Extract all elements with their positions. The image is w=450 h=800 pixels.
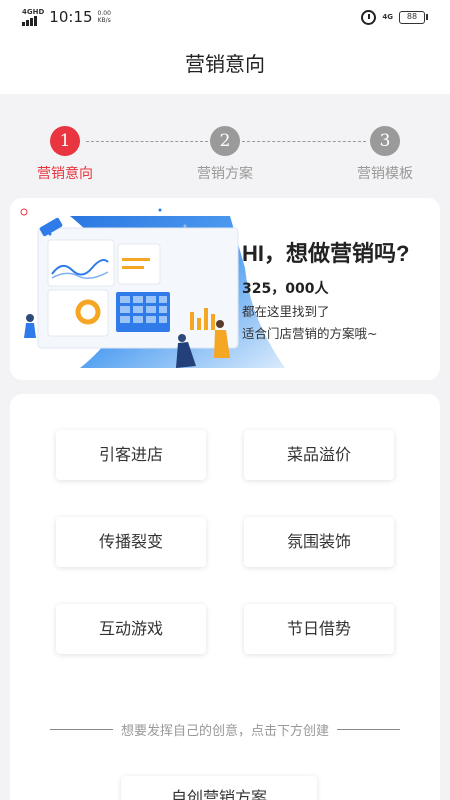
step-label: 营销方案 — [197, 166, 253, 182]
divider — [50, 729, 113, 730]
option-button[interactable]: 传播裂变 — [56, 517, 206, 567]
option-button[interactable]: 引客进店 — [56, 430, 206, 480]
step-3: 3 营销模板 — [335, 126, 435, 183]
banner-line-1: 都在这里找到了 — [242, 304, 330, 319]
step-label: 营销模板 — [357, 166, 413, 182]
network-type-left: 4GHD — [22, 7, 45, 16]
banner-copy: HI，想做营销吗? 325，000人 都在这里找到了 适合门店营销的方案哦~ — [242, 236, 409, 342]
option-button[interactable]: 节日借势 — [244, 604, 394, 654]
network-speed: 0.00 KB/s — [98, 10, 111, 24]
step-indicator: 1 营销意向 2 营销方案 3 营销模板 — [0, 94, 450, 194]
step-2: 2 营销方案 — [175, 126, 275, 183]
intent-options-card: 引客进店 菜品溢价 传播裂变 氛围装饰 互动游戏 节日借势 想要发挥自己的创意，… — [10, 394, 440, 800]
alarm-icon — [361, 9, 377, 25]
option-button[interactable]: 氛围装饰 — [244, 517, 394, 567]
status-time: 10:15 — [49, 8, 93, 26]
banner-count: 325，000人 — [242, 281, 329, 297]
banner-line-2: 适合门店营销的方案哦~ — [242, 326, 378, 341]
option-button[interactable]: 互动游戏 — [56, 604, 206, 654]
step-1: 1 营销意向 — [15, 126, 115, 183]
option-button[interactable]: 菜品溢价 — [244, 430, 394, 480]
status-left: 4GHD 10:15 0.00 KB/s — [22, 8, 111, 26]
divider — [337, 729, 401, 730]
promo-banner[interactable]: HI，想做营销吗? 325，000人 都在这里找到了 适合门店营销的方案哦~ — [10, 198, 440, 380]
hint-text: 想要发挥自己的创意，点击下方创建 — [121, 724, 330, 739]
speed-value: 0.00 — [97, 10, 111, 17]
create-hint: 想要发挥自己的创意，点击下方创建 — [50, 720, 401, 739]
banner-headline: HI，想做营销吗? — [242, 241, 410, 266]
signal-bars-icon — [22, 15, 37, 26]
battery-level: 88 — [399, 10, 425, 24]
page-title: 营销意向 — [0, 34, 450, 94]
step-label: 营销意向 — [37, 166, 93, 182]
status-right: 4G 88 — [361, 9, 428, 25]
step-number: 2 — [210, 126, 240, 156]
step-number: 3 — [370, 126, 400, 156]
step-number: 1 — [50, 126, 80, 156]
create-custom-plan-button[interactable]: 自创营销方案 — [121, 776, 317, 800]
network-type-right: 4G — [382, 13, 393, 21]
battery-icon: 88 — [399, 10, 428, 24]
speed-unit: KB/s — [97, 17, 111, 24]
signal-indicator: 4GHD — [22, 7, 45, 26]
status-bar: 4GHD 10:15 0.00 KB/s 4G 88 — [0, 0, 450, 34]
